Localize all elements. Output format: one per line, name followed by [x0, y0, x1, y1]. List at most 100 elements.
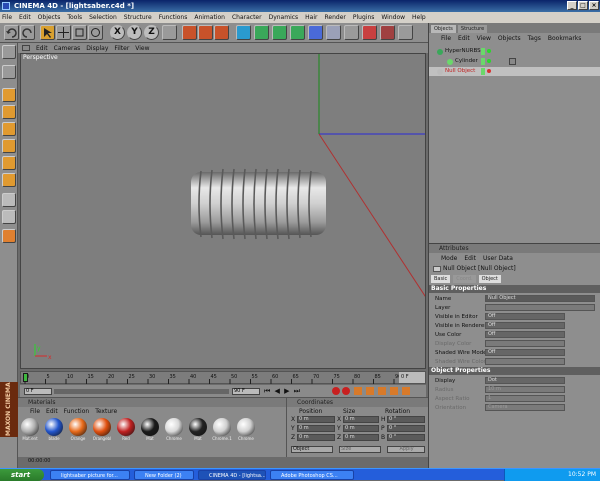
range-slider[interactable] [54, 389, 229, 394]
playback-controls[interactable]: ⏮ ◀ ▶ ⏭ [264, 387, 301, 396]
render-region-icon[interactable] [198, 25, 213, 40]
keyframe-selection-icon[interactable] [354, 387, 362, 395]
apply-button[interactable]: Apply [387, 446, 425, 453]
use-object-tool-icon[interactable] [2, 88, 16, 102]
autokey-icon[interactable] [342, 387, 350, 395]
material-swatch[interactable]: Mat [140, 418, 160, 446]
attribute-row[interactable]: Name Null Object [429, 295, 600, 303]
points-tool-icon[interactable] [2, 139, 16, 153]
visibility-dots[interactable] [481, 68, 485, 75]
material-swatch[interactable]: Chrome [164, 418, 184, 446]
sculpt-icon[interactable] [2, 210, 16, 224]
attribute-row[interactable]: Use Color Off [429, 331, 600, 339]
om-menu-file[interactable]: File [441, 35, 451, 42]
rotate-icon[interactable] [88, 25, 103, 40]
attribute-row[interactable]: Visible in Editor Off [429, 313, 600, 321]
edges-tool-icon[interactable] [2, 156, 16, 170]
visibility-dots[interactable] [481, 48, 485, 55]
cube-icon[interactable] [236, 25, 251, 40]
enable-snap-icon[interactable] [2, 229, 16, 243]
coord-system-icon[interactable] [162, 25, 177, 40]
tab-object[interactable]: Object [478, 275, 501, 283]
attr-menu-mode[interactable]: Mode [441, 255, 457, 262]
tab-structure[interactable]: Structure [457, 25, 488, 33]
timeline[interactable]: 051015202530354045505560657075808590 0 F [20, 371, 426, 384]
viewport-grip-icon[interactable] [22, 45, 30, 51]
material-swatch[interactable]: Mat.ent [20, 418, 40, 446]
position-key-icon[interactable] [366, 387, 374, 395]
material-swatch[interactable]: Orangebl [92, 418, 112, 446]
size-field[interactable]: 0 m [343, 434, 379, 441]
hypernurbs-icon[interactable] [272, 25, 287, 40]
tab-coord[interactable]: Coord. [453, 275, 476, 283]
redo-icon[interactable] [20, 25, 35, 40]
attribute-value[interactable]: Dot [485, 377, 565, 384]
record-key-icon[interactable] [332, 387, 340, 395]
render-picture-viewer-icon[interactable] [214, 25, 229, 40]
vp-menu-filter[interactable]: Filter [114, 45, 129, 52]
material-swatch[interactable]: Mat [188, 418, 208, 446]
tab-basic[interactable]: Basic [431, 275, 451, 283]
om-menu-tags[interactable]: Tags [528, 35, 541, 42]
coord-mode-select[interactable]: Object [291, 446, 333, 453]
end-frame-field[interactable]: 90 F [232, 388, 260, 395]
scene-icon[interactable] [308, 25, 323, 40]
perspective-viewport[interactable]: Perspective y x [20, 53, 426, 369]
light-icon[interactable] [326, 25, 341, 40]
particle-icon[interactable] [362, 25, 377, 40]
menu-tools[interactable]: Tools [67, 14, 82, 21]
use-model-tool-icon[interactable] [2, 65, 16, 79]
maximize-button[interactable]: □ [578, 1, 588, 10]
render-dot[interactable] [487, 59, 491, 63]
render-view-icon[interactable] [182, 25, 197, 40]
taskbar-button[interactable]: CINEMA 4D - [lightsa... [198, 470, 266, 480]
hypernurbs-cylinder[interactable] [191, 168, 326, 240]
use-axis-tool-icon[interactable] [2, 122, 16, 136]
object-row[interactable]: HyperNURBS [429, 47, 600, 56]
om-menu-objects[interactable]: Objects [498, 35, 521, 42]
om-menu-view[interactable]: View [477, 35, 491, 42]
x-axis-button[interactable]: X [110, 25, 125, 40]
render-dot[interactable] [487, 49, 491, 53]
menu-dynamics[interactable]: Dynamics [269, 14, 299, 21]
y-axis-button[interactable]: Y [127, 25, 142, 40]
attribute-value[interactable] [485, 304, 595, 311]
mat-menu-function[interactable]: Function [64, 408, 90, 415]
vp-menu-view[interactable]: View [135, 45, 149, 52]
vp-menu-cameras[interactable]: Cameras [54, 45, 81, 52]
attribute-row[interactable]: Shaded Wire Mode Off [429, 349, 600, 357]
size-mode-select[interactable]: Size [339, 446, 381, 453]
object-row[interactable]: Null Object [429, 67, 600, 76]
vp-menu-display[interactable]: Display [86, 45, 108, 52]
taskbar-button[interactable]: lightsaber picture for... [50, 470, 130, 480]
timeline-playhead[interactable] [23, 373, 28, 382]
attr-menu-edit[interactable]: Edit [464, 255, 476, 262]
menu-window[interactable]: Window [381, 14, 405, 21]
start-frame-field[interactable]: 0 F [24, 388, 52, 395]
attribute-value[interactable]: Off [485, 322, 565, 329]
use-texture-tool-icon[interactable] [2, 105, 16, 119]
record-icon[interactable] [380, 25, 395, 40]
attribute-value[interactable]: Off [485, 349, 565, 356]
attribute-value[interactable]: Null Object [485, 295, 595, 302]
menu-edit[interactable]: Edit [19, 14, 31, 21]
menu-character[interactable]: Character [232, 14, 262, 21]
snap-icon[interactable] [2, 193, 16, 207]
attribute-value[interactable]: Off [485, 313, 565, 320]
position-field[interactable]: 0 m [297, 434, 335, 441]
size-field[interactable]: 0 m [343, 425, 379, 432]
position-field[interactable]: 0 m [297, 425, 335, 432]
menu-hair[interactable]: Hair [305, 14, 317, 21]
rotation-field[interactable]: 0 ° [387, 434, 425, 441]
rotation-key-icon[interactable] [390, 387, 398, 395]
vp-menu-edit[interactable]: Edit [36, 45, 48, 52]
render-dot[interactable] [487, 69, 491, 73]
rotation-field[interactable]: 0 ° [387, 416, 425, 423]
menu-selection[interactable]: Selection [89, 14, 117, 21]
undo-icon[interactable] [4, 25, 19, 40]
material-swatch[interactable]: Orange [68, 418, 88, 446]
layout-icon[interactable] [398, 25, 413, 40]
minimize-button[interactable]: _ [567, 1, 577, 10]
close-button[interactable]: × [589, 1, 599, 10]
material-swatch[interactable]: blade [44, 418, 64, 446]
